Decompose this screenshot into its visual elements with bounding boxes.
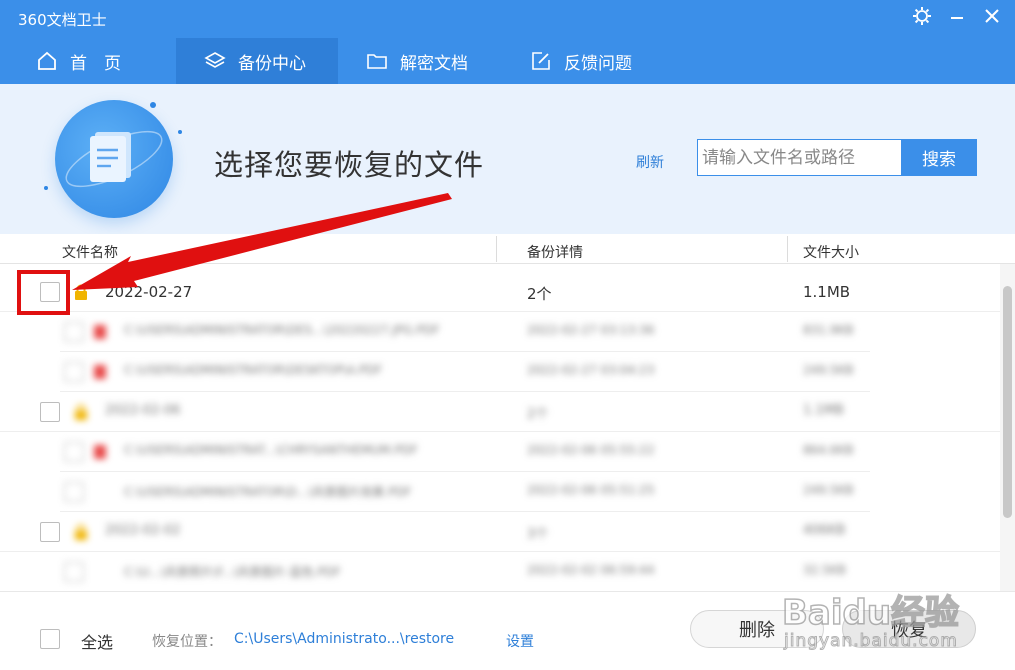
tab-home-label: 首 页 bbox=[70, 53, 121, 74]
row-detail: 2022-02-06 05:55:22 bbox=[527, 443, 655, 457]
tab-backup-center[interactable]: 备份中心 bbox=[176, 38, 338, 84]
lock-icon bbox=[75, 524, 87, 540]
decor-dot bbox=[150, 102, 156, 108]
row-size: 864.6KB bbox=[803, 443, 854, 457]
decor-dot bbox=[44, 186, 48, 190]
tab-backup-center-label: 备份中心 bbox=[238, 53, 306, 74]
row-name: C:\USERS\ADMINISTRAT...\CHRYSANTHEMUM.PD… bbox=[124, 443, 418, 457]
column-divider[interactable] bbox=[787, 236, 788, 262]
decor-dot bbox=[178, 130, 182, 134]
pdf-file-icon bbox=[94, 365, 106, 379]
close-icon[interactable] bbox=[980, 4, 1004, 28]
settings-gear-icon[interactable] bbox=[910, 4, 934, 28]
table-row[interactable]: C:\USERS\ADMINISTRATOR\DESKTOP\A.PDF 202… bbox=[60, 352, 870, 392]
row-detail: 2个 bbox=[527, 407, 549, 422]
app-title: 360文档卫士 bbox=[18, 11, 107, 29]
row-name: C:\USERS\ADMINISTRATOR\D...\风景图片效果.PDF bbox=[124, 485, 412, 499]
restore-path-link[interactable]: C:\Users\Administrato...\restore bbox=[234, 631, 454, 647]
row-name: C:\USERS\ADMINISTRATOR\DESKTOP\A.PDF bbox=[124, 363, 383, 377]
row-name: C:\U...\风景照片\F...\风景图片-蓝色.PDF bbox=[124, 565, 341, 579]
row-detail: 2022-02-27 03:13:36 bbox=[527, 323, 655, 337]
row-detail: 2022-02-27 03:04:23 bbox=[527, 363, 655, 377]
tab-feedback[interactable]: 反馈问题 bbox=[530, 38, 660, 84]
tab-feedback-label: 反馈问题 bbox=[564, 53, 632, 74]
column-header-filename[interactable]: 文件名称 bbox=[62, 242, 118, 262]
select-all-label[interactable]: 全选 bbox=[81, 629, 113, 653]
annotation-highlight-box bbox=[17, 270, 70, 315]
folder-icon bbox=[367, 54, 387, 69]
document-logo-icon bbox=[55, 100, 173, 218]
row-checkbox[interactable] bbox=[64, 362, 84, 382]
table-row[interactable]: 2022-02-06 2个 1.1MB bbox=[0, 392, 1000, 432]
row-checkbox[interactable] bbox=[40, 402, 60, 422]
row-size: 249.5KB bbox=[803, 363, 854, 377]
header-banner: 选择您要恢复的文件 刷新 搜索 bbox=[0, 84, 1015, 234]
row-size: 831.9KB bbox=[803, 323, 854, 337]
tab-decrypt-docs-label: 解密文档 bbox=[400, 53, 468, 74]
pdf-file-icon bbox=[94, 325, 106, 339]
row-detail: 2个 bbox=[527, 285, 552, 303]
row-size: 1.1MB bbox=[803, 283, 851, 301]
row-checkbox[interactable] bbox=[64, 562, 84, 582]
row-name: 2022-02-06 bbox=[105, 403, 181, 418]
lock-icon bbox=[75, 404, 87, 420]
table-row[interactable]: C:\USERS\ADMINISTRATOR\D...\风景图片效果.PDF 2… bbox=[60, 472, 870, 512]
row-checkbox[interactable] bbox=[40, 522, 60, 542]
watermark-subtext: jingyan.baidu.com bbox=[784, 631, 958, 652]
lock-icon bbox=[75, 284, 87, 300]
title-bar: 360文档卫士 首 页 备份中心 解密文档 反馈问题 bbox=[0, 0, 1015, 84]
row-checkbox[interactable] bbox=[64, 442, 84, 462]
search-button[interactable]: 搜索 bbox=[901, 139, 977, 176]
row-checkbox[interactable] bbox=[64, 482, 84, 502]
edit-icon bbox=[532, 52, 550, 70]
row-detail: 3个 bbox=[527, 527, 549, 542]
pdf-file-icon bbox=[94, 445, 106, 459]
layers-icon bbox=[204, 52, 226, 68]
row-checkbox[interactable] bbox=[64, 322, 84, 342]
watermark-text: Baidu经验 bbox=[781, 592, 960, 634]
row-name: 2022-02-02 bbox=[105, 523, 181, 538]
minimize-icon[interactable] bbox=[945, 4, 969, 28]
refresh-link[interactable]: 刷新 bbox=[636, 152, 664, 172]
restore-settings-link[interactable]: 设置 bbox=[506, 631, 534, 651]
table-row[interactable]: C:\USERS\ADMINISTRAT...\CHRYSANTHEMUM.PD… bbox=[60, 432, 870, 472]
search-input[interactable] bbox=[697, 139, 902, 176]
row-size: 249.5KB bbox=[803, 483, 854, 497]
row-name: 2022-02-27 bbox=[105, 283, 193, 301]
restore-location-label: 恢复位置： bbox=[152, 634, 222, 650]
table-row[interactable]: 2022-02-02 3个 406KB bbox=[0, 512, 1000, 552]
column-header-backup-detail[interactable]: 备份详情 bbox=[527, 242, 583, 262]
select-all-checkbox[interactable] bbox=[40, 629, 60, 649]
row-size: 1.1MB bbox=[803, 403, 844, 418]
row-size: 406KB bbox=[803, 523, 846, 538]
table-row[interactable]: 2022-02-27 2个 1.1MB bbox=[0, 272, 1000, 312]
table-row[interactable]: C:\U...\风景照片\F...\风景图片-蓝色.PDF 2022-02-02… bbox=[60, 552, 870, 591]
row-name: C:\USERS\ADMINISTRATOR\DES...\20220227.J… bbox=[124, 323, 440, 337]
baidu-jingyan-watermark: Baidu经验 jingyan.baidu.com bbox=[781, 585, 982, 665]
table-scrollbar[interactable] bbox=[1000, 264, 1015, 591]
file-table: 2022-02-27 2个 1.1MB C:\USERS\ADMINISTRAT… bbox=[0, 264, 1000, 591]
scrollbar-thumb[interactable] bbox=[1003, 286, 1012, 518]
table-row[interactable]: C:\USERS\ADMINISTRATOR\DES...\20220227.J… bbox=[60, 312, 870, 352]
page-title: 选择您要恢复的文件 bbox=[214, 148, 485, 182]
column-header-filesize[interactable]: 文件大小 bbox=[803, 242, 859, 262]
row-detail: 2022-02-06 05:51:25 bbox=[527, 483, 655, 497]
column-divider[interactable] bbox=[496, 236, 497, 262]
table-header: 文件名称 备份详情 文件大小 bbox=[0, 234, 1015, 264]
tab-decrypt-docs[interactable]: 解密文档 bbox=[366, 38, 496, 84]
main-tabs: 首 页 备份中心 解密文档 反馈问题 bbox=[0, 38, 700, 84]
row-size: 32.5KB bbox=[803, 563, 846, 577]
tab-home[interactable]: 首 页 bbox=[36, 38, 146, 84]
row-detail: 2022-02-02 06:59:44 bbox=[527, 563, 655, 577]
home-icon bbox=[38, 51, 56, 70]
